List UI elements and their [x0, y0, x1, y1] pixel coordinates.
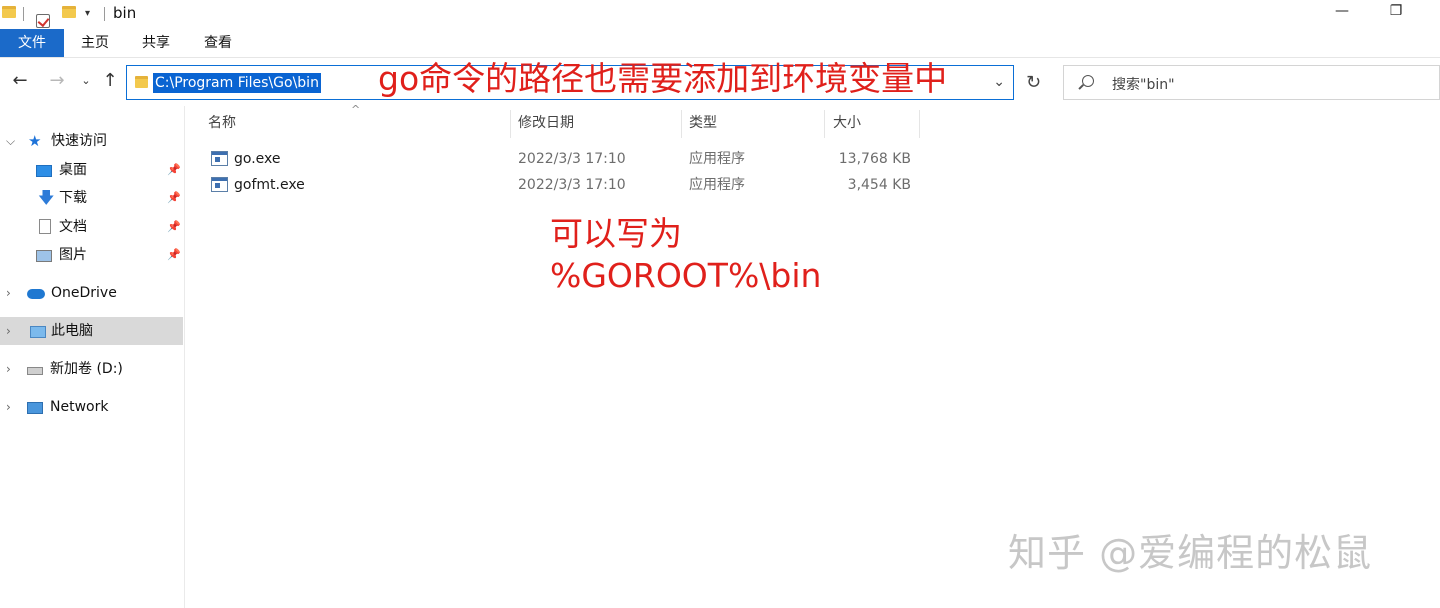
sidebar-item-network[interactable]: › Network [0, 393, 183, 421]
sidebar-item-label: 图片 [59, 247, 87, 263]
chevron-right-icon[interactable]: › [6, 279, 11, 307]
folder-icon [135, 76, 148, 88]
sidebar-item-onedrive[interactable]: › OneDrive [0, 279, 183, 307]
cloud-icon [27, 289, 45, 299]
tab-share[interactable]: 共享 [128, 29, 184, 57]
file-name: go.exe [234, 151, 281, 167]
pin-icon[interactable]: 📌 [167, 213, 181, 241]
chevron-right-icon[interactable]: › [6, 317, 11, 345]
pictures-icon [36, 250, 52, 262]
sidebar-item-this-pc[interactable]: › 此电脑 [0, 317, 183, 345]
properties-icon[interactable] [36, 13, 50, 28]
column-divider[interactable] [919, 110, 920, 138]
file-type: 应用程序 [689, 177, 745, 193]
forward-button[interactable]: → [47, 71, 67, 91]
chevron-down-icon[interactable]: ⌵ [6, 127, 15, 155]
desktop-icon [36, 165, 52, 177]
sidebar-item-label: 文档 [59, 219, 87, 235]
tab-file[interactable]: 文件 [0, 29, 64, 57]
toolbar-separator [23, 7, 24, 21]
tab-home[interactable]: 主页 [67, 29, 123, 57]
search-input[interactable]: 搜索"bin" [1063, 65, 1440, 100]
chevron-down-icon[interactable]: ▾ [85, 8, 90, 19]
sidebar-item-desktop[interactable]: 桌面 📌 [0, 156, 183, 184]
pin-icon[interactable]: 📌 [167, 241, 181, 269]
recent-locations-chevron-icon[interactable]: ⌄ [76, 71, 96, 91]
column-header-size[interactable]: 大小 [833, 108, 861, 138]
file-size: 3,454 KB [847, 177, 911, 193]
sidebar-item-drive-d[interactable]: › 新加卷 (D:) [0, 355, 183, 383]
back-button[interactable]: ← [10, 71, 30, 91]
file-name: gofmt.exe [234, 177, 305, 193]
sidebar-item-quick-access[interactable]: ⌵ ★ 快速访问 [0, 127, 183, 155]
column-divider[interactable] [681, 110, 682, 138]
column-header-type[interactable]: 类型 [689, 108, 717, 138]
sidebar-item-label: Network [50, 399, 109, 415]
chevron-right-icon[interactable]: › [6, 393, 11, 421]
up-button[interactable]: ↑ [100, 71, 120, 91]
folder-icon [2, 6, 16, 18]
computer-icon [30, 326, 46, 338]
file-row[interactable]: gofmt.exe 2022/3/3 17:10 应用程序 3,454 KB [205, 172, 920, 198]
sidebar-item-downloads[interactable]: 🡇 下载 📌 [0, 184, 183, 212]
annotation-path-note: go命令的路径也需要添加到环境变量中 [378, 59, 948, 98]
star-icon: ★ [28, 132, 42, 150]
annotation-goroot-line2: %GOROOT%\bin [550, 256, 822, 295]
toolbar-separator [104, 7, 105, 21]
chevron-down-icon[interactable]: ⌄ [993, 74, 1005, 90]
download-icon: 🡇 [38, 188, 55, 207]
sidebar-item-label: 此电脑 [51, 323, 93, 339]
chevron-right-icon[interactable]: › [6, 355, 11, 383]
sidebar-item-label: 桌面 [59, 162, 87, 178]
file-modified: 2022/3/3 17:10 [518, 177, 626, 193]
pin-icon[interactable]: 📌 [167, 156, 181, 184]
tab-view[interactable]: 查看 [190, 29, 246, 57]
minimize-button[interactable]: — [1332, 3, 1352, 19]
sidebar-item-label: 下载 [59, 190, 87, 206]
pin-icon[interactable]: 📌 [167, 184, 181, 212]
application-icon [211, 151, 228, 166]
file-row[interactable]: go.exe 2022/3/3 17:10 应用程序 13,768 KB [205, 146, 920, 172]
navigation-pane: ⌵ ★ 快速访问 桌面 📌 🡇 下载 📌 文档 📌 图片 📌 › OneDriv… [0, 106, 185, 608]
sidebar-item-label: 新加卷 (D:) [50, 361, 123, 377]
sidebar-item-documents[interactable]: 文档 📌 [0, 213, 183, 241]
address-path[interactable]: C:\Program Files\Go\bin [153, 73, 321, 93]
ribbon-tabs: 文件 主页 共享 查看 [0, 29, 1440, 58]
drive-icon [27, 367, 43, 375]
sidebar-item-pictures[interactable]: 图片 📌 [0, 241, 183, 269]
maximize-button[interactable]: ❐ [1386, 3, 1406, 19]
column-header-name[interactable]: 名称 [208, 108, 236, 138]
search-placeholder: 搜索"bin" [1112, 77, 1175, 93]
document-icon [39, 219, 51, 234]
file-size: 13,768 KB [838, 151, 911, 167]
column-header-modified[interactable]: 修改日期 [518, 108, 574, 138]
application-icon [211, 177, 228, 192]
network-icon [27, 402, 43, 414]
annotation-goroot-line1: 可以写为 [550, 214, 682, 253]
window-title: bin [113, 4, 137, 22]
file-modified: 2022/3/3 17:10 [518, 151, 626, 167]
title-bar: ▾ bin — ❐ [0, 0, 1440, 29]
refresh-button[interactable]: ↻ [1016, 65, 1051, 100]
column-divider[interactable] [824, 110, 825, 138]
column-divider[interactable] [510, 110, 511, 138]
new-folder-icon[interactable] [62, 6, 76, 18]
sidebar-item-label: 快速访问 [51, 133, 107, 149]
sidebar-item-label: OneDrive [51, 285, 117, 301]
file-type: 应用程序 [689, 151, 745, 167]
sort-ascending-icon: ^ [351, 103, 361, 116]
search-icon [1082, 75, 1094, 87]
watermark: 知乎 @爱编程的松鼠 [1008, 531, 1373, 575]
